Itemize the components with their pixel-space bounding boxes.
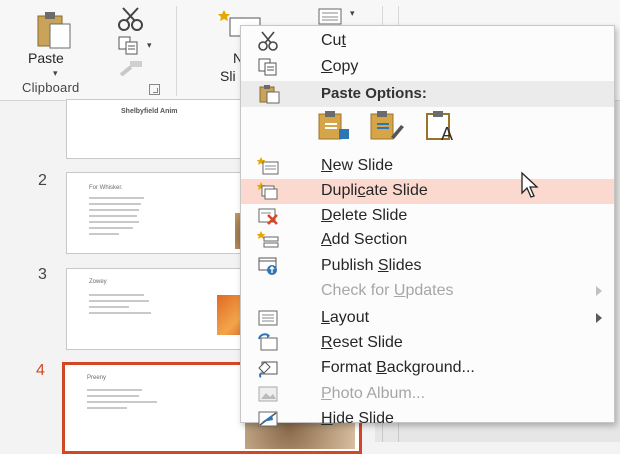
menu-item-label: New Slide bbox=[321, 157, 394, 174]
menu-item-delete-slide[interactable]: Delete Slide bbox=[241, 204, 614, 229]
copy-icon bbox=[257, 57, 279, 77]
slide-number-2: 2 bbox=[38, 172, 47, 189]
menu-item-label: Copy bbox=[321, 58, 359, 75]
scissors-icon bbox=[257, 31, 279, 51]
menu-item-label: Delete Slide bbox=[321, 207, 408, 224]
slide-thumbnail-3[interactable]: Zowey bbox=[66, 268, 263, 350]
paste-options-label: Paste Options: bbox=[321, 85, 427, 102]
publish-slides-icon bbox=[257, 256, 279, 276]
paste-dropdown-arrow-icon[interactable]: ▾ bbox=[53, 68, 58, 79]
slide-thumbnail-title: Preeny bbox=[87, 375, 107, 381]
paste-button[interactable]: Paste ▾ bbox=[18, 6, 88, 84]
paste-icon bbox=[37, 12, 71, 49]
menu-item-add-section[interactable]: Add Section bbox=[241, 228, 614, 253]
duplicate-slide-icon bbox=[256, 181, 279, 201]
copy-dropdown-arrow-icon[interactable]: ▾ bbox=[147, 40, 152, 51]
text-placeholder-line bbox=[89, 227, 133, 229]
slide-thumbnail-title: Zowey bbox=[89, 279, 107, 285]
slide-number-3: 3 bbox=[38, 266, 47, 283]
layout-dropdown-arrow-icon[interactable]: ▾ bbox=[350, 8, 355, 19]
group-separator bbox=[176, 6, 177, 96]
new-slide-label-line2: Sli bbox=[220, 68, 236, 84]
text-placeholder-line bbox=[87, 407, 127, 409]
menu-item-copy[interactable]: Copy bbox=[241, 55, 614, 80]
menu-item-label: Format Background... bbox=[321, 359, 475, 376]
format-background-icon bbox=[257, 358, 279, 378]
menu-item-layout[interactable]: Layout bbox=[241, 306, 614, 331]
format-painter-icon[interactable] bbox=[118, 60, 144, 76]
menu-item-check-for-updates: Check for Updates bbox=[241, 279, 614, 304]
text-placeholder-line bbox=[87, 389, 142, 391]
text-placeholder-line bbox=[89, 312, 151, 314]
add-section-icon bbox=[256, 230, 279, 250]
menu-item-photo-album: Photo Album... bbox=[241, 382, 614, 407]
text-placeholder-line bbox=[89, 197, 144, 199]
clipboard-icon bbox=[259, 85, 280, 104]
text-placeholder-line bbox=[87, 401, 157, 403]
paste-keep-text-only-icon[interactable]: A bbox=[425, 111, 459, 141]
menu-item-hide-slide[interactable]: Hide Slide bbox=[241, 407, 614, 432]
paste-label: Paste bbox=[28, 50, 64, 66]
menu-item-cut[interactable]: Cut bbox=[241, 29, 614, 54]
menu-item-reset-slide[interactable]: Reset Slide bbox=[241, 331, 614, 356]
menu-item-label: Duplicate Slide bbox=[321, 182, 428, 199]
menu-item-duplicate-slide[interactable]: Duplicate Slide bbox=[241, 179, 614, 204]
slide-number-4: 4 bbox=[36, 362, 45, 379]
layout-icon bbox=[257, 308, 279, 328]
slide-thumbnail-1[interactable]: Shelbyfield Anim bbox=[66, 99, 263, 159]
submenu-arrow-icon bbox=[596, 286, 602, 296]
slide-thumbnail-2[interactable]: For Whisker. bbox=[66, 172, 263, 254]
slide-thumbnail-title: For Whisker. bbox=[89, 185, 123, 191]
hide-slide-icon bbox=[257, 409, 279, 429]
clipboard-dialog-launcher-icon[interactable] bbox=[149, 84, 160, 95]
cut-button-icon[interactable] bbox=[116, 6, 146, 32]
paste-options-header: Paste Options: bbox=[241, 81, 614, 107]
copy-button-icon[interactable] bbox=[118, 36, 140, 56]
mouse-pointer-icon bbox=[521, 171, 539, 198]
layout-ribbon-icon[interactable] bbox=[318, 8, 344, 26]
paste-options-row: A bbox=[317, 109, 517, 143]
photo-album-icon bbox=[257, 384, 279, 404]
slide-thumbnail-title: Shelbyfield Anim bbox=[121, 108, 178, 115]
menu-item-label: Hide Slide bbox=[321, 410, 394, 427]
menu-item-label: Publish Slides bbox=[321, 257, 422, 274]
menu-item-label: Reset Slide bbox=[321, 334, 403, 351]
clipboard-group-label: Clipboard bbox=[22, 80, 80, 95]
reset-slide-icon bbox=[257, 333, 279, 353]
submenu-arrow-icon bbox=[596, 313, 602, 323]
menu-item-publish-slides[interactable]: Publish Slides bbox=[241, 254, 614, 279]
menu-item-label: Layout bbox=[321, 309, 370, 326]
menu-item-label: Cut bbox=[321, 32, 346, 49]
menu-item-label: Check for Updates bbox=[321, 282, 454, 299]
text-placeholder-line bbox=[89, 203, 141, 205]
delete-slide-icon bbox=[257, 206, 279, 226]
text-placeholder-line bbox=[89, 294, 144, 296]
svg-text:A: A bbox=[441, 124, 453, 141]
text-placeholder-line bbox=[87, 395, 139, 397]
paste-use-destination-theme-icon[interactable] bbox=[317, 111, 351, 141]
text-placeholder-line bbox=[89, 221, 139, 223]
menu-item-format-background[interactable]: Format Background... bbox=[241, 356, 614, 381]
menu-item-label: Add Section bbox=[321, 231, 408, 248]
text-placeholder-line bbox=[89, 215, 137, 217]
paste-keep-source-formatting-icon[interactable] bbox=[369, 111, 405, 141]
text-placeholder-line bbox=[89, 300, 149, 302]
new-slide-icon bbox=[256, 156, 279, 176]
context-menu: Paste Options: A Cut Copy New Slide Duplica… bbox=[240, 25, 615, 427]
menu-item-label: Photo Album... bbox=[321, 385, 426, 402]
text-placeholder-line bbox=[89, 306, 129, 308]
menu-item-new-slide[interactable]: New Slide bbox=[241, 154, 614, 179]
text-placeholder-line bbox=[89, 209, 139, 211]
text-placeholder-line bbox=[89, 233, 119, 235]
